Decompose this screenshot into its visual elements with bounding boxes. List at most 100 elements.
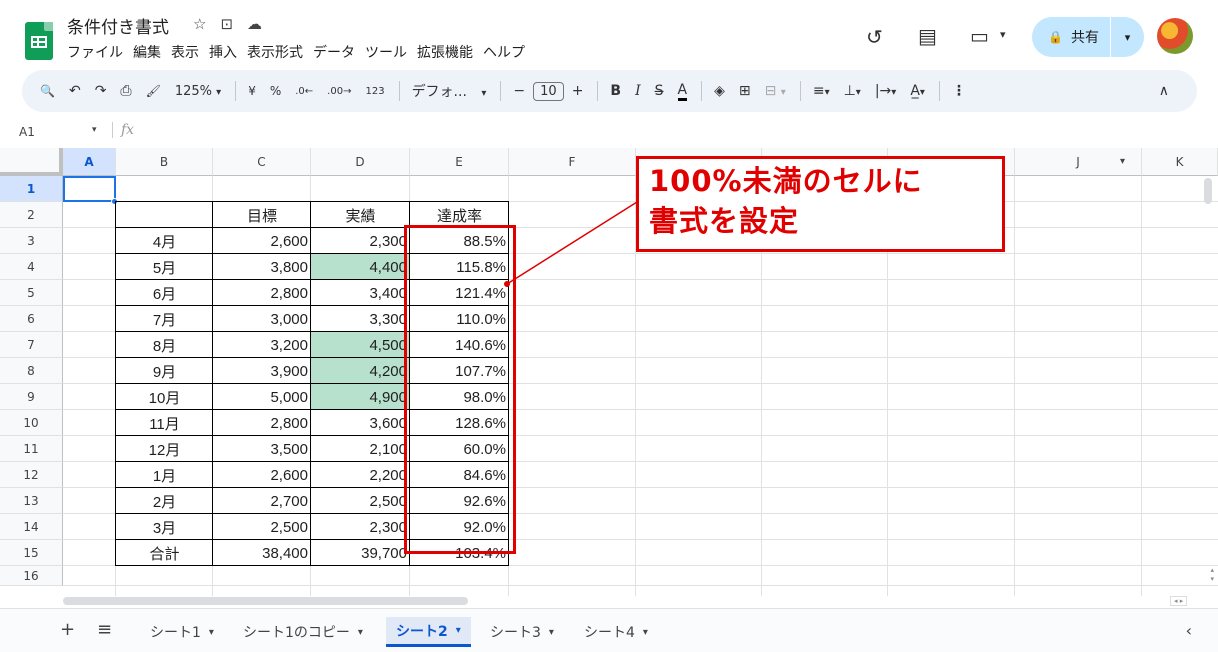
actual-cell[interactable]: 2,300 bbox=[311, 514, 410, 540]
row-header-11[interactable]: 11 bbox=[0, 436, 63, 462]
row-header-12[interactable]: 12 bbox=[0, 462, 63, 488]
sheet-tab[interactable]: シート1のコピー ▾ bbox=[233, 617, 373, 647]
sheet-tab-dropdown-icon[interactable]: ▾ bbox=[643, 627, 648, 638]
target-cell[interactable]: 2,800 bbox=[213, 280, 311, 306]
vertical-align-icon[interactable]: ⊥▾ bbox=[844, 83, 861, 99]
column-header-a[interactable]: A bbox=[63, 148, 116, 176]
target-cell[interactable]: 3,200 bbox=[213, 332, 311, 358]
month-cell[interactable]: 2月 bbox=[116, 488, 213, 514]
row-header-2[interactable]: 2 bbox=[0, 202, 63, 228]
month-cell[interactable]: 7月 bbox=[116, 306, 213, 332]
row-header-6[interactable]: 6 bbox=[0, 306, 63, 332]
document-title[interactable]: 条件付き書式 bbox=[67, 13, 169, 38]
increase-font-size-icon[interactable]: + bbox=[572, 83, 584, 99]
row-header-14[interactable]: 14 bbox=[0, 514, 63, 540]
horizontal-scrollbar[interactable] bbox=[63, 597, 468, 605]
scroll-arrows-icon[interactable]: ◂ ▸ bbox=[1170, 596, 1188, 606]
spreadsheet-grid[interactable]: ABCDEFGHIJK▾12345678910111213141516目標実績達… bbox=[0, 148, 1218, 596]
column-j-filter-icon[interactable]: ▾ bbox=[1120, 156, 1125, 167]
target-cell[interactable]: 2,600 bbox=[213, 462, 311, 488]
name-box[interactable]: A1 bbox=[19, 125, 35, 139]
text-wrapping-icon[interactable]: |→▾ bbox=[875, 83, 896, 99]
sheet-tab[interactable]: シート1 ▾ bbox=[140, 617, 224, 647]
month-cell[interactable]: 3月 bbox=[116, 514, 213, 540]
move-to-folder-icon[interactable]: ⊡ bbox=[220, 15, 233, 33]
target-cell[interactable]: 2,500 bbox=[213, 514, 311, 540]
actual-cell[interactable]: 4,500 bbox=[311, 332, 410, 358]
font-size-input[interactable]: 10 bbox=[533, 81, 564, 101]
italic-button[interactable]: I bbox=[635, 83, 641, 99]
more-options-icon[interactable]: ⋮ bbox=[952, 83, 966, 99]
month-cell[interactable]: 4月 bbox=[116, 228, 213, 254]
target-cell[interactable]: 38,400 bbox=[213, 540, 311, 566]
month-cell[interactable]: 6月 bbox=[116, 280, 213, 306]
more-formats-button[interactable]: 123 bbox=[365, 86, 384, 97]
actual-cell[interactable]: 3,300 bbox=[311, 306, 410, 332]
menu-item[interactable]: 編集 bbox=[133, 42, 161, 62]
row-header-1[interactable]: 1 bbox=[0, 176, 63, 202]
meet-icon[interactable]: ▭ bbox=[970, 24, 989, 48]
horizontal-align-icon[interactable]: ≡▾ bbox=[813, 83, 830, 99]
actual-cell[interactable]: 3,600 bbox=[311, 410, 410, 436]
row-header-15[interactable]: 15 bbox=[0, 540, 63, 566]
decrease-decimal-icon[interactable]: .0← bbox=[295, 86, 313, 97]
column-header-b[interactable]: B bbox=[116, 148, 213, 176]
avatar[interactable] bbox=[1157, 18, 1193, 54]
month-cell[interactable]: 1月 bbox=[116, 462, 213, 488]
month-cell[interactable]: 8月 bbox=[116, 332, 213, 358]
menu-item[interactable]: 挿入 bbox=[209, 42, 237, 62]
active-cell-a1[interactable] bbox=[63, 176, 116, 202]
font-select[interactable]: デフォ... ▾ bbox=[412, 81, 487, 101]
row-header-8[interactable]: 8 bbox=[0, 358, 63, 384]
row-header-3[interactable]: 3 bbox=[0, 228, 63, 254]
menu-item[interactable]: データ bbox=[313, 42, 355, 62]
month-cell[interactable]: 合計 bbox=[116, 540, 213, 566]
text-rotation-icon[interactable]: A̲▾ bbox=[910, 83, 925, 99]
month-cell[interactable]: 9月 bbox=[116, 358, 213, 384]
actual-cell[interactable]: 2,500 bbox=[311, 488, 410, 514]
text-color-button[interactable]: A bbox=[677, 82, 688, 101]
sheet-tab-dropdown-icon[interactable]: ▾ bbox=[549, 627, 554, 638]
merge-cells-icon[interactable]: ⊟ ▾ bbox=[765, 83, 786, 99]
paint-format-icon[interactable]: 🖌 bbox=[146, 84, 161, 98]
table-header-cell[interactable]: 目標 bbox=[213, 202, 311, 228]
sheet-tab-dropdown-icon[interactable]: ▾ bbox=[358, 627, 363, 638]
table-header-blank[interactable] bbox=[116, 202, 213, 228]
row-header-5[interactable]: 5 bbox=[0, 280, 63, 306]
column-header-e[interactable]: E bbox=[410, 148, 509, 176]
target-cell[interactable]: 3,000 bbox=[213, 306, 311, 332]
menu-item[interactable]: ツール bbox=[365, 42, 407, 62]
row-header-13[interactable]: 13 bbox=[0, 488, 63, 514]
row-header-7[interactable]: 7 bbox=[0, 332, 63, 358]
sheet-scroll-left-icon[interactable]: ‹ bbox=[1186, 621, 1192, 640]
decrease-font-size-icon[interactable]: − bbox=[513, 83, 525, 99]
target-cell[interactable]: 3,500 bbox=[213, 436, 311, 462]
vertical-scrollbar[interactable] bbox=[1204, 178, 1212, 204]
bold-button[interactable]: B bbox=[610, 83, 621, 99]
column-header-c[interactable]: C bbox=[213, 148, 311, 176]
menu-item[interactable]: 表示形式 bbox=[247, 42, 303, 62]
strikethrough-button[interactable]: S̶ bbox=[655, 83, 664, 99]
redo-icon[interactable]: ↷ bbox=[95, 83, 107, 99]
print-icon[interactable]: ⎙ bbox=[120, 83, 131, 99]
select-all-corner[interactable] bbox=[0, 148, 63, 176]
percent-format-button[interactable]: % bbox=[270, 84, 281, 98]
share-button[interactable]: 🔒 共有 ▾ bbox=[1032, 17, 1144, 57]
zoom-select[interactable]: 125% ▾ bbox=[175, 84, 221, 99]
target-cell[interactable]: 5,000 bbox=[213, 384, 311, 410]
sheet-tab-dropdown-icon[interactable]: ▾ bbox=[456, 625, 461, 636]
month-cell[interactable]: 12月 bbox=[116, 436, 213, 462]
name-box-dropdown-icon[interactable]: ▾ bbox=[92, 125, 97, 135]
target-cell[interactable]: 2,700 bbox=[213, 488, 311, 514]
target-cell[interactable]: 2,800 bbox=[213, 410, 311, 436]
menu-item[interactable]: ファイル bbox=[67, 42, 123, 62]
actual-cell[interactable]: 39,700 bbox=[311, 540, 410, 566]
fill-color-icon[interactable]: ◈ bbox=[714, 83, 725, 99]
target-cell[interactable]: 3,900 bbox=[213, 358, 311, 384]
collapse-menus-icon[interactable]: ∧ bbox=[1159, 83, 1169, 99]
borders-icon[interactable]: ⊞ bbox=[739, 83, 751, 99]
column-header-f[interactable]: F bbox=[509, 148, 636, 176]
month-cell[interactable]: 5月 bbox=[116, 254, 213, 280]
target-cell[interactable]: 3,800 bbox=[213, 254, 311, 280]
column-header-k[interactable]: K bbox=[1142, 148, 1218, 176]
